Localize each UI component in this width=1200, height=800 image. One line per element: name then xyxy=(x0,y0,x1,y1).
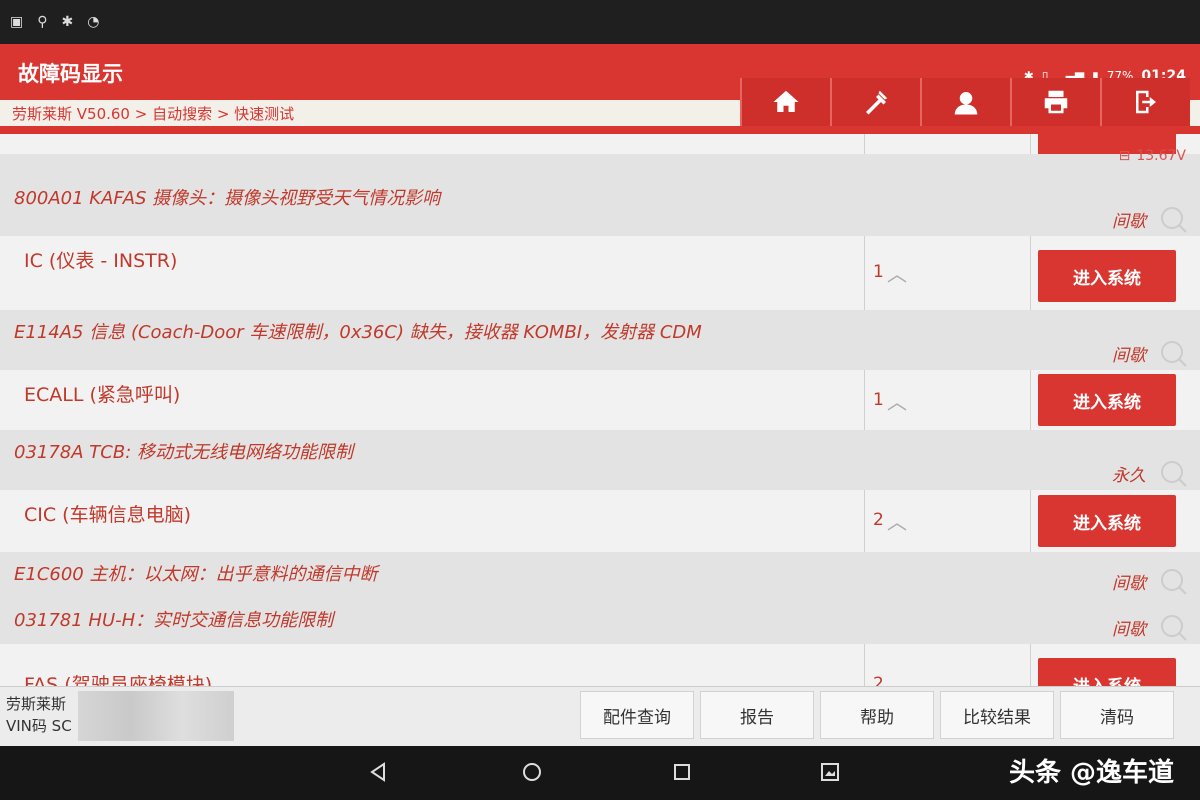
fault-count: 2 xyxy=(873,674,884,686)
dtc-status: 永久 xyxy=(1112,466,1146,486)
support-button[interactable] xyxy=(920,78,1010,126)
system-row-partial-bottom: FAS (驾驶员座椅模块) 2 ︿ 进入系统 xyxy=(0,644,1200,686)
fault-count-cell xyxy=(864,134,1031,154)
report-button[interactable]: 报告 xyxy=(700,691,814,739)
enter-system-button[interactable]: 进入系统 xyxy=(1038,495,1176,547)
vehicle-brand: 劳斯莱斯 xyxy=(6,695,67,713)
chevron-up-icon[interactable]: ︿ xyxy=(887,386,907,415)
fault-count-cell: 2 ︿ xyxy=(864,644,1031,686)
dtc-row: 031781 HU-H：实时交通信息功能限制 间歇 xyxy=(0,598,1200,644)
fault-count: 2 xyxy=(873,510,884,530)
parts-lookup-button[interactable]: 配件查询 xyxy=(580,691,694,739)
dtc-status: 间歇 xyxy=(1112,212,1146,232)
system-row: ECALL (紧急呼叫) 1 ︿ 进入系统 xyxy=(0,370,1200,431)
compare-results-button[interactable]: 比较结果 xyxy=(940,691,1054,739)
exit-button[interactable] xyxy=(1100,78,1190,126)
clear-codes-button[interactable]: 清码 xyxy=(1060,691,1174,739)
print-button[interactable] xyxy=(1010,78,1100,126)
function-buttons: 配件查询 报告 帮助 比较结果 清码 xyxy=(580,691,1174,739)
dtc-row: 800A01 KAFAS 摄像头：摄像头视野受天气情况影响 间歇 xyxy=(0,154,1200,236)
dtc-description: E114A5 信息 (Coach-Door 车速限制，0x36C) 缺失，接收器… xyxy=(14,322,702,343)
system-name: FAS (驾驶员座椅模块) xyxy=(24,674,213,686)
chevron-up-icon[interactable]: ︿ xyxy=(887,258,907,287)
battery-voltage-icon: ⊟ xyxy=(1118,148,1131,164)
system-row-partial-top xyxy=(0,134,1200,156)
dtc-list: 800A01 KAFAS 摄像头：摄像头视野受天气情况影响 间歇 IC (仪表 … xyxy=(0,134,1200,686)
dtc-status: 间歇 xyxy=(1112,620,1146,640)
breadcrumb: 劳斯莱斯 V50.60 > 自动搜索 > 快速测试 xyxy=(12,105,295,123)
diagnostic-screen: ▣ ⚲ ✱ ◔ 故障码显示 ✱ ▯ ▂▄▆ ▮ 77% 01:24 劳斯莱斯 V… xyxy=(0,0,1200,800)
search-icon[interactable] xyxy=(1158,338,1188,368)
fault-count: 1 xyxy=(873,390,884,410)
print-icon xyxy=(1044,90,1068,114)
usb-icon: ⚲ xyxy=(37,14,48,30)
status-bar: ▣ ⚲ ✱ ◔ xyxy=(0,0,1200,44)
system-name: ECALL (紧急呼叫) xyxy=(24,384,181,406)
system-row: CIC (车辆信息电脑) 2 ︿ 进入系统 xyxy=(0,490,1200,553)
fault-count: 1 xyxy=(873,262,884,282)
enter-system-button[interactable]: 进入系统 xyxy=(1038,374,1176,426)
exit-icon xyxy=(1136,90,1156,114)
help-button[interactable]: 帮助 xyxy=(820,691,934,739)
dtc-description: 031781 HU-H：实时交通信息功能限制 xyxy=(14,610,334,631)
wifi-icon: ◔ xyxy=(87,14,100,30)
system-name: IC (仪表 - INSTR) xyxy=(24,250,178,272)
dtc-description: 800A01 KAFAS 摄像头：摄像头视野受天气情况影响 xyxy=(14,188,441,209)
app-header: 故障码显示 ✱ ▯ ▂▄▆ ▮ 77% 01:24 劳斯莱斯 V50.60 > … xyxy=(0,44,1200,134)
search-icon[interactable] xyxy=(1158,612,1188,642)
diagnose-button[interactable] xyxy=(830,78,920,126)
system-row: IC (仪表 - INSTR) 1 ︿ 进入系统 xyxy=(0,236,1200,311)
recents-icon[interactable] xyxy=(670,760,694,784)
voltage-indicator: ⊟ 13.67V xyxy=(1119,148,1186,164)
dtc-description: E1C600 主机：以太网：出乎意料的通信中断 xyxy=(14,564,378,585)
home-button[interactable] xyxy=(740,78,830,126)
dtc-row: 03178A TCB: 移动式无线电网络功能限制 永久 xyxy=(0,430,1200,490)
vehicle-info: 劳斯莱斯 VIN码 SC xyxy=(6,693,72,737)
status-icons: ▣ ⚲ ✱ ◔ xyxy=(0,14,99,30)
enter-system-button[interactable]: 进入系统 xyxy=(1038,250,1176,302)
dtc-row: E114A5 信息 (Coach-Door 车速限制，0x36C) 缺失，接收器… xyxy=(0,310,1200,370)
watermark: 头条 @逸车道 xyxy=(1008,758,1174,788)
bottom-bar: 劳斯莱斯 VIN码 SC 配件查询 报告 帮助 比较结果 清码 xyxy=(0,686,1200,747)
back-icon[interactable] xyxy=(366,760,390,784)
dtc-status: 间歇 xyxy=(1112,346,1146,366)
enter-system-button[interactable]: 进入系统 xyxy=(1038,658,1176,686)
home-icon xyxy=(773,90,799,112)
fault-count-cell: 2 ︿ xyxy=(864,490,1031,552)
fault-count-cell: 1 ︿ xyxy=(864,370,1031,430)
page-title: 故障码显示 xyxy=(18,62,123,86)
dtc-description: 03178A TCB: 移动式无线电网络功能限制 xyxy=(14,442,353,463)
voltage-value: 13.67V xyxy=(1136,148,1186,164)
support-icon xyxy=(954,92,978,115)
fault-count-cell: 1 ︿ xyxy=(864,236,1031,310)
bluetooth-icon: ✱ xyxy=(61,14,74,30)
dtc-row: E1C600 主机：以太网：出乎意料的通信中断 间歇 xyxy=(0,552,1200,598)
screenshot-icon[interactable] xyxy=(818,760,842,784)
search-icon[interactable] xyxy=(1158,566,1188,596)
redacted-vin xyxy=(78,691,234,741)
search-icon[interactable] xyxy=(1158,458,1188,488)
image-icon: ▣ xyxy=(10,14,24,30)
dtc-status: 间歇 xyxy=(1112,574,1146,594)
search-icon[interactable] xyxy=(1158,204,1188,234)
home-circle-icon[interactable] xyxy=(520,760,544,784)
chevron-up-icon[interactable]: ︿ xyxy=(887,506,907,535)
system-name: CIC (车辆信息电脑) xyxy=(24,504,192,526)
diagnose-icon xyxy=(866,90,888,115)
toolbar xyxy=(740,78,1190,126)
vin-label: VIN码 SC xyxy=(6,717,72,735)
chevron-up-icon[interactable]: ︿ xyxy=(887,670,907,686)
